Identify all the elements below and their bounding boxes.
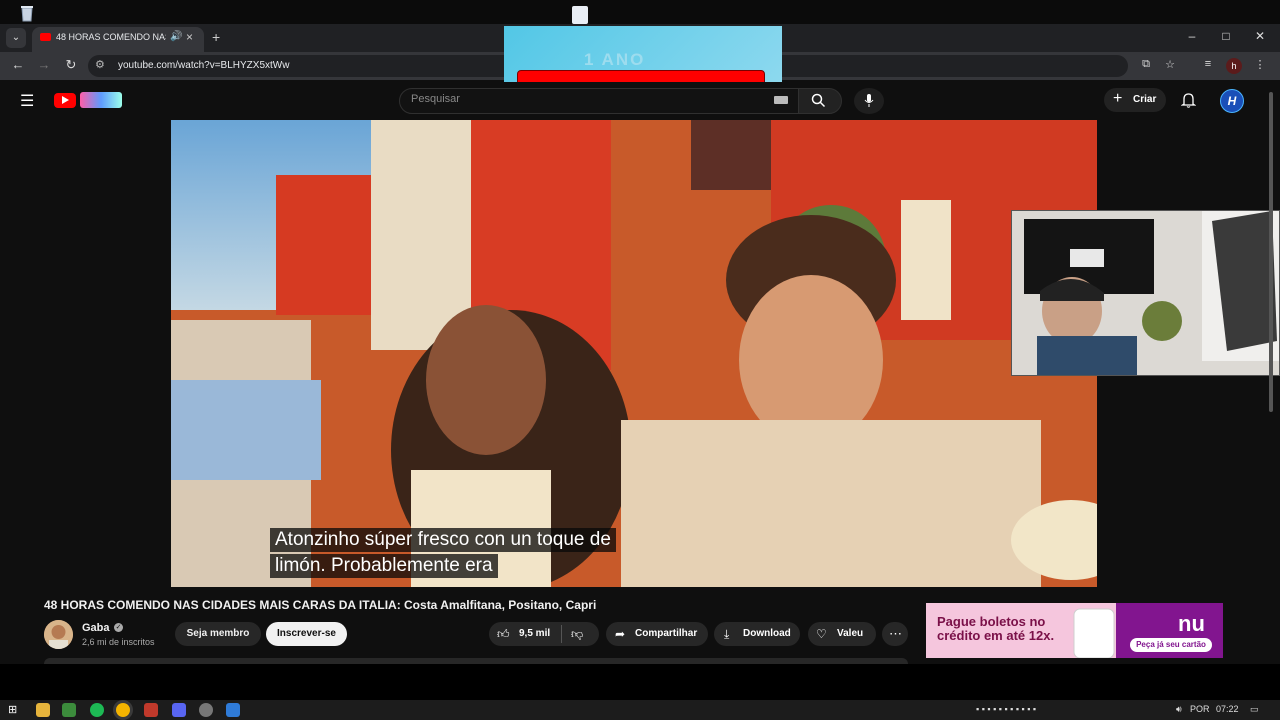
obs-icon[interactable]: [199, 703, 213, 717]
description-box[interactable]: [44, 658, 908, 664]
subtitle-line-1: Atonzinho súper fresco con un toque de: [270, 528, 616, 552]
thanks-label: Valeu: [837, 628, 864, 639]
account-avatar[interactable]: H: [1220, 89, 1244, 113]
install-app-icon[interactable]: ⧉: [1138, 58, 1154, 71]
like-divider: [561, 625, 562, 643]
thumbs-up-icon[interactable]: 👍︎: [497, 627, 510, 642]
ad-headline[interactable]: Pague boletos no crédito em até 12x.: [937, 615, 1077, 643]
more-horizontal-icon: ⋯: [889, 626, 902, 641]
app-icon[interactable]: [226, 703, 240, 717]
discord-icon[interactable]: [172, 703, 186, 717]
forward-arrow-icon[interactable]: →: [35, 57, 53, 72]
video-frame: [171, 120, 1097, 587]
share-arrow-icon: ➦: [615, 627, 626, 641]
hamburger-menu-icon[interactable]: ☰: [20, 91, 34, 111]
super-thanks-icon: ♡: [816, 627, 827, 641]
close-window-button[interactable]: ✕: [1250, 29, 1270, 43]
tab-title: 48 HORAS COMENDO NAS CIDADES MAIS CARAS …: [56, 32, 166, 42]
desktop-background: [0, 0, 1280, 24]
download-label: Download: [743, 628, 791, 639]
download-icon: ⤓: [724, 627, 730, 641]
spotify-icon[interactable]: [90, 703, 104, 717]
windows-taskbar: [0, 700, 1280, 720]
subscribe-button[interactable]: Inscrever-se: [266, 622, 347, 646]
microphone-icon: [864, 94, 874, 107]
notifications-bell-icon[interactable]: [1181, 92, 1196, 108]
notifications-icon[interactable]: ▭: [1250, 704, 1259, 715]
app-icon[interactable]: [144, 703, 158, 717]
windows-start-icon[interactable]: ⊞: [8, 703, 22, 717]
webcam-overlay: [1011, 210, 1280, 376]
plus-icon: +: [1113, 90, 1123, 107]
subscriber-count: 2,6 mi de inscritos: [82, 637, 155, 647]
search-placeholder[interactable]: Pesquisar: [411, 93, 460, 105]
scrollbar-thumb[interactable]: [1269, 92, 1273, 412]
tab-close-icon[interactable]: ×: [186, 30, 193, 44]
channel-name[interactable]: Gaba: [82, 622, 110, 634]
url-text[interactable]: youtube.com/watch?v=BLHYZX5xtWw: [118, 60, 289, 71]
bookmark-star-icon[interactable]: ☆: [1162, 58, 1178, 71]
minimize-button[interactable]: –: [1182, 29, 1202, 43]
desktop-file-icon[interactable]: [572, 6, 588, 24]
verified-check-icon: ✓: [114, 623, 123, 632]
nubank-logo[interactable]: nu: [1178, 611, 1205, 637]
video-subtitles: Atonzinho súper fresco con un toque de l…: [270, 528, 690, 578]
clock[interactable]: 07:22: [1216, 704, 1239, 714]
tray-icons[interactable]: ▪ ▪ ▪ ▪ ▪ ▪ ▪ ▪ ▪ ▪ ▪: [976, 704, 1036, 714]
search-icon: [811, 93, 826, 108]
share-label: Compartilhar: [635, 628, 698, 639]
thumbs-down-icon[interactable]: 👎︎: [571, 627, 583, 642]
webcam-frame: [1012, 211, 1279, 375]
youtube-play-icon: [62, 96, 69, 104]
volume-icon[interactable]: 🔊︎: [1176, 704, 1182, 715]
video-title: 48 HORAS COMENDO NAS CIDADES MAIS CARAS …: [44, 598, 597, 612]
file-explorer-icon[interactable]: [36, 703, 50, 717]
tab-search-button[interactable]: ⌄: [6, 28, 26, 48]
channel-avatar-image: [44, 620, 73, 649]
subtitle-line-2: limón. Probablemente era: [270, 554, 498, 578]
overlay-text: 1 ANO: [584, 50, 646, 69]
speaker-icon[interactable]: 🔊: [170, 31, 182, 42]
youtube-doodle-logo[interactable]: [80, 92, 122, 108]
video-player[interactable]: [171, 120, 1097, 587]
ad-cta-button[interactable]: Peça já seu cartão: [1130, 638, 1212, 652]
reload-icon[interactable]: ↻: [62, 57, 80, 73]
browser-menu-icon[interactable]: ⋮: [1252, 58, 1268, 71]
recycle-bin-icon[interactable]: [18, 4, 36, 22]
back-arrow-icon[interactable]: ←: [9, 57, 27, 72]
create-label: Criar: [1133, 94, 1157, 105]
browser-profile-avatar[interactable]: h: [1226, 58, 1242, 74]
join-member-button[interactable]: Seja membro: [175, 622, 261, 646]
media-controls-icon[interactable]: ≡: [1200, 58, 1216, 70]
app-icon[interactable]: [62, 703, 76, 717]
youtube-favicon-icon: [40, 33, 51, 41]
plus-icon[interactable]: +: [212, 29, 220, 45]
channel-avatar[interactable]: [44, 620, 73, 649]
like-count[interactable]: 9,5 mil: [519, 628, 550, 639]
maximize-button[interactable]: □: [1216, 29, 1236, 43]
chrome-icon[interactable]: [116, 703, 130, 717]
input-language[interactable]: POR: [1190, 704, 1210, 714]
keyboard-icon[interactable]: [774, 96, 788, 104]
site-info-icon[interactable]: ⚙: [95, 58, 105, 71]
